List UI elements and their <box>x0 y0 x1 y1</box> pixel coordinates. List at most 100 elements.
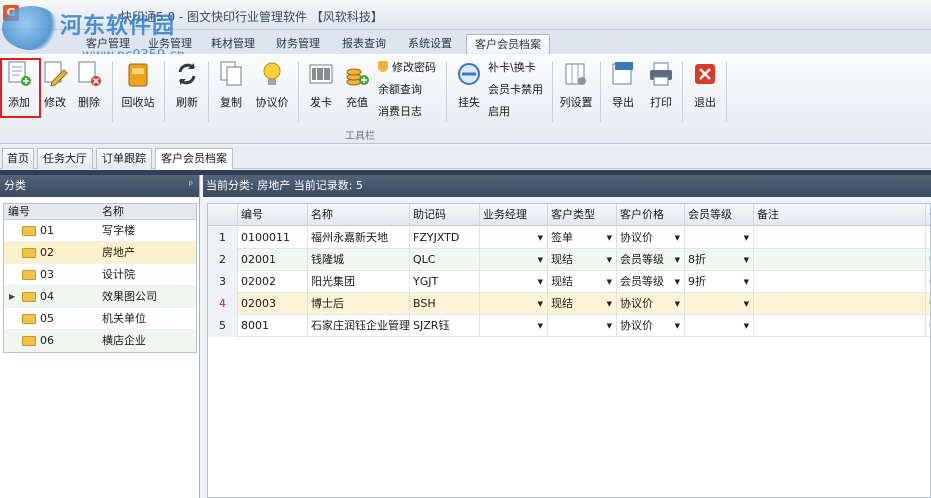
edit-button[interactable]: 修改 <box>38 58 72 120</box>
cell-manager-select[interactable]: ▼ <box>480 293 548 315</box>
column-settings-label: 列设置 <box>559 96 593 109</box>
cell-extra: 0 <box>926 293 930 315</box>
table-row[interactable]: 3 02002 阳光集团 YGJT ▼ 现结 ▼ 会员等级 ▼ 9折 ▼ 0 <box>208 271 930 293</box>
cell-price-select[interactable]: 协议价 ▼ <box>617 293 685 315</box>
cell-type-select[interactable]: 现结 ▼ <box>548 293 617 315</box>
window-title: 快印通5.0 - 图文快印行业管理软件 【风软科技】 <box>120 10 383 24</box>
export-button[interactable]: 导出 <box>606 58 640 120</box>
issue-card-button[interactable]: 发卡 <box>304 58 338 120</box>
balance-query-button[interactable]: 余额查询 <box>378 81 422 99</box>
table-row[interactable]: 4 02003 博士后 BSH ▼ 现结 ▼ 协议价 ▼ ▼ 0 <box>208 293 930 315</box>
cell-remark <box>754 271 926 293</box>
replace-card-button[interactable]: 补卡\换卡 <box>488 59 536 77</box>
tab-consumables[interactable]: 耗材管理 <box>205 34 261 54</box>
cell-manager-select[interactable]: ▼ <box>480 227 548 249</box>
grid-col-name[interactable]: 名称 <box>308 204 410 226</box>
table-row[interactable]: 5 8001 石家庄润钰企业管理 SJZR钰 ▼ ▼ 协议价 ▼ ▼ 0 <box>208 315 930 337</box>
recycle-bin-button[interactable]: 回收站 <box>120 58 156 120</box>
cell-price-select[interactable]: 会员等级 ▼ <box>617 271 685 293</box>
tab-customer-management[interactable]: 客户管理 <box>78 34 138 54</box>
cell-type-select[interactable]: 签单 ▼ <box>548 227 617 249</box>
delete-label: 删除 <box>78 96 100 109</box>
tree-col-name[interactable]: 名称 <box>102 204 124 220</box>
doc-tab-order-tracking[interactable]: 订单跟踪 <box>96 148 152 169</box>
negotiated-price-button[interactable]: 协议价 <box>252 58 292 120</box>
grid-col-mnemonic[interactable]: 助记码 <box>410 204 480 226</box>
pin-icon[interactable]: ᵖ <box>189 175 193 197</box>
consumption-log-button[interactable]: 消费日志 <box>378 103 422 121</box>
tab-reports[interactable]: 报表查询 <box>336 34 392 54</box>
cell-manager-select[interactable]: ▼ <box>480 315 548 337</box>
cell-manager-select[interactable]: ▼ <box>480 249 548 271</box>
tree-col-code[interactable]: 编号 <box>8 204 30 220</box>
negotiated-price-label: 协议价 <box>255 96 289 109</box>
grid-col-extra[interactable]: 备 <box>926 204 930 226</box>
table-row[interactable]: 1 0100011 福州永嘉新天地 FZYJXTD ▼ 签单 ▼ 协议价 ▼ ▼ N <box>208 227 930 249</box>
doc-tab-home[interactable]: 首页 <box>2 148 34 169</box>
toolbar-group-label: 工具栏 <box>345 131 375 142</box>
cell-price-select[interactable]: 协议价 ▼ <box>617 227 685 249</box>
cell-type-select[interactable]: 现结 ▼ <box>548 271 617 293</box>
separator <box>112 62 113 122</box>
cell-level-select[interactable]: 9折 ▼ <box>685 271 754 293</box>
table-row[interactable]: 2 02001 钱隆城 QLC ▼ 现结 ▼ 会员等级 ▼ 8折 ▼ 0 <box>208 249 930 271</box>
doc-tab-task-hall[interactable]: 任务大厅 <box>37 148 93 169</box>
tab-system-settings[interactable]: 系统设置 <box>402 34 458 54</box>
customer-list-panel: 当前分类: 房地产 当前记录数: 5 编号 名称 助记码 业务经理 客户类型 客… <box>203 175 931 498</box>
tree-row[interactable]: 01 写字楼 <box>4 220 196 242</box>
cell-manager-select[interactable]: ▼ <box>480 271 548 293</box>
cell-type-select[interactable]: ▼ <box>548 315 617 337</box>
ribbon-tab-bar: 客户管理 业务管理 耗材管理 财务管理 报表查询 系统设置 客户会员档案 <box>0 30 931 54</box>
grid-col-remark[interactable]: 备注 <box>754 204 926 226</box>
print-button[interactable]: 打印 <box>644 58 678 120</box>
dropdown-arrow-icon: ▼ <box>606 300 612 308</box>
cell-name: 博士后 <box>308 293 410 315</box>
copy-button[interactable]: 复制 <box>214 58 248 120</box>
refresh-button[interactable]: 刷新 <box>170 58 204 120</box>
cell-price: 协议价 <box>620 231 653 244</box>
grid-col-customer-price[interactable]: 客户价格 <box>617 204 685 226</box>
column-settings-button[interactable]: 列设置 <box>558 58 594 120</box>
enable-card-button[interactable]: 启用 <box>488 103 510 121</box>
cell-level-select[interactable]: ▼ <box>685 315 754 337</box>
tab-finance[interactable]: 财务管理 <box>270 34 326 54</box>
row-number: 1 <box>208 227 238 249</box>
cell-name: 阳光集团 <box>308 271 410 293</box>
grid-col-member-level[interactable]: 会员等级 <box>685 204 754 226</box>
tab-business-management[interactable]: 业务管理 <box>140 34 200 54</box>
delete-button[interactable]: 删除 <box>72 58 106 120</box>
row-number: 5 <box>208 315 238 337</box>
tree-row[interactable]: ▶ 04 效果图公司 <box>4 286 196 308</box>
tree-row[interactable]: 05 机关单位 <box>4 308 196 330</box>
dropdown-arrow-icon: ▼ <box>674 234 680 242</box>
expand-arrow-icon[interactable]: ▶ <box>9 286 15 308</box>
separator <box>208 62 209 122</box>
cell-level-select[interactable]: 8折 ▼ <box>685 249 754 271</box>
tree-row[interactable]: 02 房地产 <box>4 242 196 264</box>
cell-price-select[interactable]: 协议价 ▼ <box>617 315 685 337</box>
tree-code: 06 <box>40 334 54 347</box>
change-password-button[interactable]: 修改密码 <box>378 59 436 77</box>
cell-level-select[interactable]: ▼ <box>685 293 754 315</box>
tab-customer-member-archive[interactable]: 客户会员档案 <box>466 34 550 54</box>
report-loss-button[interactable]: 挂失 <box>452 58 486 120</box>
cell-type-select[interactable]: 现结 ▼ <box>548 249 617 271</box>
cell-mnemonic: BSH <box>410 293 480 315</box>
doc-tab-customer-member-archive[interactable]: 客户会员档案 <box>155 148 233 169</box>
tree-row[interactable]: 03 设计院 <box>4 264 196 286</box>
dropdown-arrow-icon: ▼ <box>743 322 749 330</box>
grid-col-manager[interactable]: 业务经理 <box>480 204 548 226</box>
tree-row[interactable]: 06 横店企业 <box>4 330 196 352</box>
disable-card-button[interactable]: 会员卡禁用 <box>488 81 543 99</box>
folder-icon <box>22 226 36 236</box>
exit-button[interactable]: 退出 <box>688 58 722 120</box>
recharge-button[interactable]: 充值 <box>340 58 374 120</box>
grid-col-customer-type[interactable]: 客户类型 <box>548 204 617 226</box>
dropdown-arrow-icon: ▼ <box>743 300 749 308</box>
cell-level-select[interactable]: ▼ <box>685 227 754 249</box>
dropdown-arrow-icon: ▼ <box>606 234 612 242</box>
grid-col-code[interactable]: 编号 <box>238 204 308 226</box>
cell-price-select[interactable]: 会员等级 ▼ <box>617 249 685 271</box>
refresh-label: 刷新 <box>176 96 198 109</box>
report-loss-icon <box>458 63 480 85</box>
